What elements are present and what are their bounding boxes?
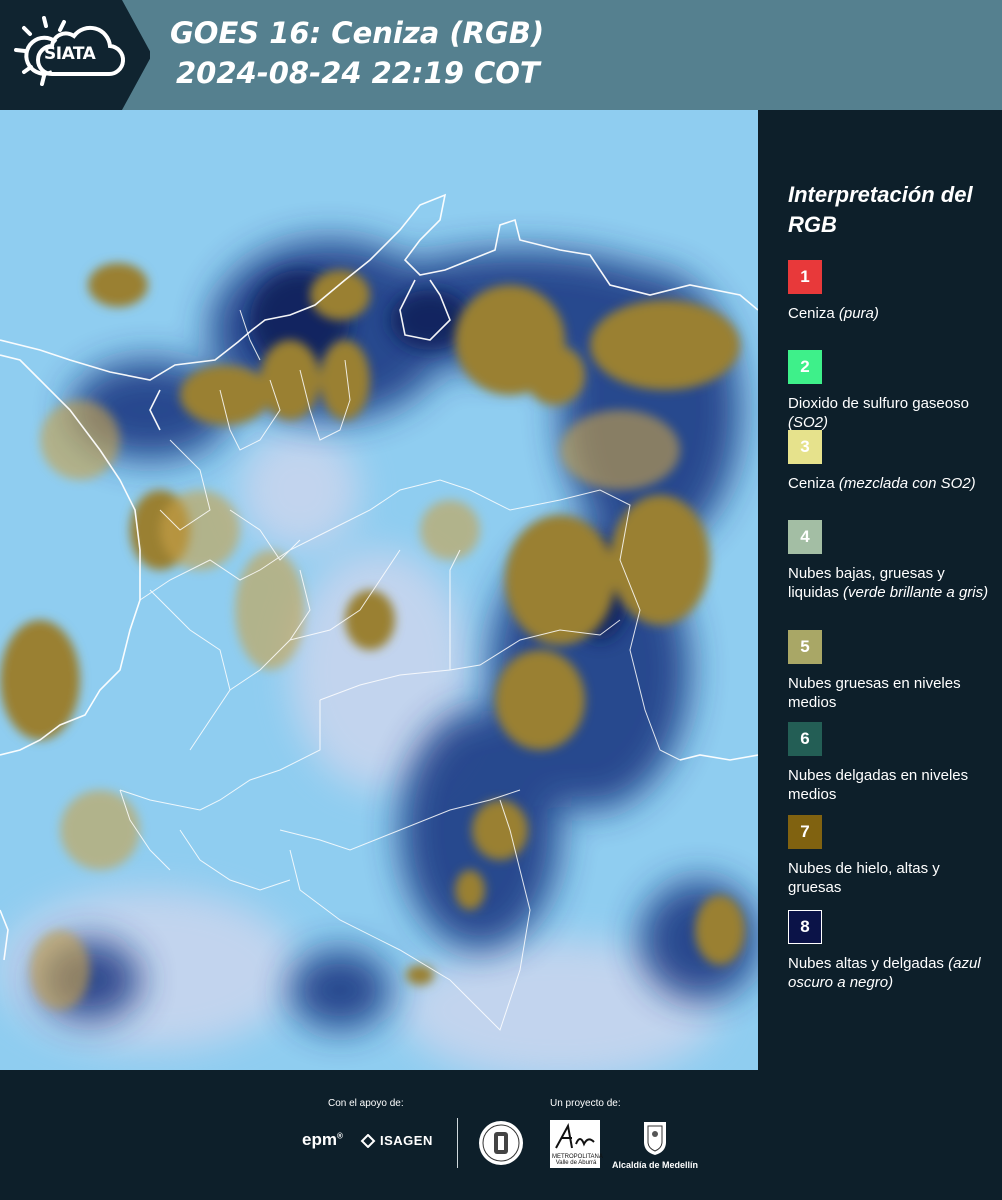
legend-swatch: 7 <box>788 815 822 849</box>
header: SIATA GOES 16: Ceniza (RGB) 2024-08-24 2… <box>0 0 1002 110</box>
project-label: Un proyecto de: <box>550 1098 621 1109</box>
legend-swatch: 5 <box>788 630 822 664</box>
legend-label: Ceniza (mezclada con SO2) <box>788 474 993 493</box>
legend-item-1: 1 Ceniza (pura) <box>788 260 993 323</box>
legend-label: Nubes gruesas en niveles medios <box>788 674 993 712</box>
epm-logo[interactable]: epm® <box>302 1130 343 1150</box>
legend-label-text: Ceniza <box>788 475 835 492</box>
isagen-mark-icon <box>360 1133 376 1148</box>
timestamp: 2024-08-24 22:19 COT <box>176 56 540 90</box>
legend-label-note: (mezclada con SO2) <box>838 475 976 492</box>
legend-swatch: 8 <box>788 910 822 944</box>
legend-item-7: 7 Nubes de hielo, altas y gruesas <box>788 815 993 897</box>
legend-label-text: Nubes gruesas en niveles medios <box>788 675 961 711</box>
legend-title: Interpretación del RGB <box>788 182 973 237</box>
legend-item-4: 4 Nubes bajas, gruesas y liquidas (verde … <box>788 520 993 602</box>
legend-item-8: 8 Nubes altas y delgadas (azul oscuro a n… <box>788 910 993 992</box>
coat-of-arms-icon[interactable] <box>640 1118 670 1156</box>
legend-label-text: Ceniza <box>788 305 835 322</box>
footer: Con el apoyo de: Un proyecto de: epm® IS… <box>0 1070 1002 1200</box>
area-script-icon <box>555 1123 595 1149</box>
legend-label-text: Nubes delgadas en niveles medios <box>788 767 969 803</box>
alcaldia-text: Alcaldía de Medellín <box>612 1160 699 1170</box>
legend-item-2: 2 Dioxido de sulfuro gaseoso (SO2) <box>788 350 993 432</box>
legend-label-text: Nubes de hielo, altas y gruesas <box>788 860 940 896</box>
legend-label-note: (SO2) <box>788 414 829 431</box>
legend-swatch: 1 <box>788 260 822 294</box>
footer-divider <box>457 1118 458 1168</box>
page-title: GOES 16: Ceniza (RGB) <box>170 16 545 50</box>
legend-label: Nubes altas y delgadas (azul oscuro a ne… <box>788 954 993 992</box>
legend-swatch: 4 <box>788 520 822 554</box>
legend-label: Dioxido de sulfuro gaseoso (SO2) <box>788 394 993 432</box>
legend-label: Nubes delgadas en niveles medios <box>788 766 993 804</box>
legend-panel: Interpretación del RGB 1 Ceniza (pura) 2 Di… <box>758 110 1002 1070</box>
area-metropolitana-text: METROPOLITANA Valle de Aburrá <box>552 1154 603 1166</box>
satellite-map <box>0 110 758 1070</box>
legend-swatch: 2 <box>788 350 822 384</box>
legend-label-note: (pura) <box>838 305 879 322</box>
seal-icon[interactable] <box>478 1120 524 1166</box>
legend-label-note: (verde brillante a gris) <box>843 584 989 601</box>
legend-label: Nubes de hielo, altas y gruesas <box>788 859 993 897</box>
siata-logo[interactable]: SIATA <box>0 0 150 110</box>
legend-label: Nubes bajas, gruesas y liquidas (verde b… <box>788 564 993 602</box>
legend-swatch: 3 <box>788 430 822 464</box>
legend-label-text: Nubes altas y delgadas <box>788 955 944 972</box>
logo-text: SIATA <box>44 44 96 64</box>
legend-item-6: 6 Nubes delgadas en niveles medios <box>788 722 993 804</box>
legend-label: Ceniza (pura) <box>788 304 993 323</box>
satellite-image <box>0 110 758 1070</box>
legend-swatch: 6 <box>788 722 822 756</box>
legend-item-3: 3 Ceniza (mezclada con SO2) <box>788 430 993 493</box>
support-label: Con el apoyo de: <box>328 1098 404 1109</box>
legend-item-5: 5 Nubes gruesas en niveles medios <box>788 630 993 712</box>
isagen-logo[interactable]: ISAGEN <box>360 1133 433 1148</box>
legend-label-text: Dioxido de sulfuro gaseoso <box>788 395 969 412</box>
